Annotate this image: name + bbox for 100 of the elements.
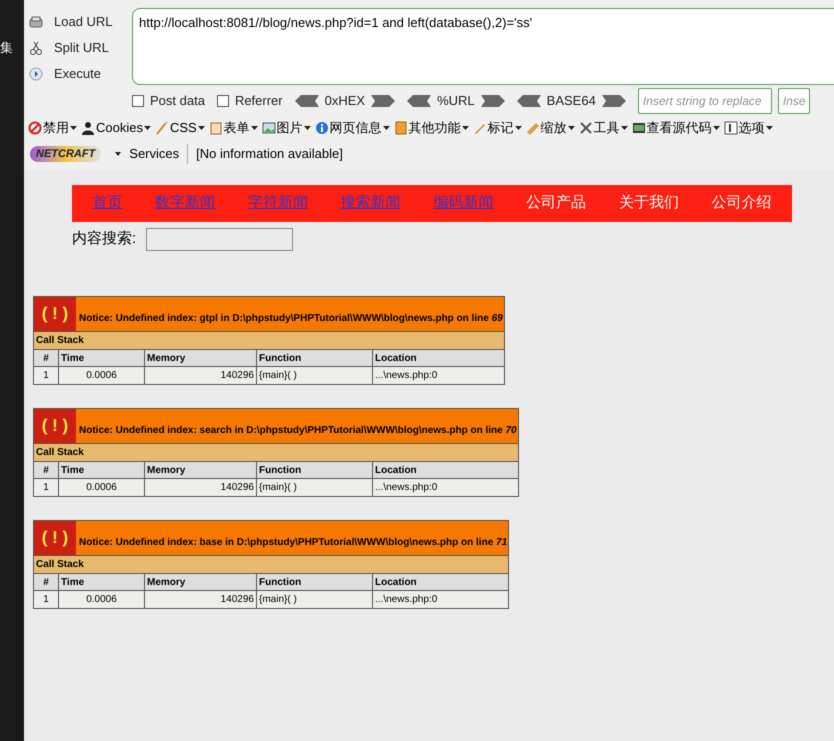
nav-link[interactable]: 公司介绍 (712, 192, 772, 215)
table-cell: {main}( ) (256, 478, 372, 496)
monitor-icon (632, 121, 646, 135)
toolbar-menu[interactable]: 禁用 (43, 118, 69, 138)
ruler-icon (526, 121, 540, 135)
toolbar-menu[interactable]: CSS (170, 118, 197, 138)
tools-icon (578, 121, 593, 135)
column-header: Location (372, 350, 504, 366)
left-arrow-icon (294, 95, 319, 107)
play-icon (28, 66, 44, 82)
no-entry-icon (28, 121, 42, 135)
table-cell: 140296 (144, 478, 256, 496)
column-header: Function (256, 574, 372, 590)
column-header: Time (58, 462, 144, 478)
person-icon (81, 121, 95, 135)
call-stack-header: Call Stack (34, 332, 504, 350)
execute-button[interactable]: Execute (54, 64, 101, 84)
printer-icon (28, 14, 44, 30)
caret-icon (462, 126, 469, 130)
url-field[interactable]: http://localhost:8081//blog/news.php?id=1 and left(database(),2)='ss' (132, 8, 834, 85)
error-message: Notice: Undefined index: gtpl in D:\phpstudy\PHPTutorial\WWW\blog\news.php on line 69 (79, 312, 503, 326)
scissors-icon (28, 40, 44, 56)
column-header: Time (58, 350, 144, 366)
toolbar-menu[interactable]: 其他功能 (408, 118, 461, 138)
picture-icon (262, 121, 276, 135)
table-cell: 0.0006 (58, 590, 144, 608)
error-message: Notice: Undefined index: search in D:\phpstudy\PHPTutorial\WWW\blog\news.php on line 70 (79, 424, 517, 438)
table-cell: {main}( ) (256, 366, 372, 384)
checkbox[interactable] (216, 95, 229, 107)
toolbar-menu[interactable]: 工具 (594, 118, 620, 138)
encode-button[interactable]: 0xHEX (324, 91, 366, 111)
caret-icon (620, 126, 628, 130)
table-cell: 140296 (144, 590, 256, 608)
toolbar-menu[interactable]: 选项 (738, 118, 765, 138)
column-header: Time (58, 574, 144, 590)
caret-icon (144, 126, 151, 130)
column-header: Location (372, 574, 509, 590)
toolbar-menu[interactable]: 查看源代码 (646, 118, 712, 138)
info-icon (314, 121, 329, 135)
table-cell: 0.0006 (58, 478, 144, 496)
checkbox-label: Referrer (234, 92, 283, 110)
column-header: # (34, 350, 58, 366)
table-cell: ...\news.php:0 (372, 366, 504, 384)
clipboard-icon (208, 121, 223, 135)
side-label: 集 (0, 39, 14, 57)
right-arrow-icon (602, 95, 626, 107)
table-cell: ...\news.php:0 (372, 590, 509, 608)
column-header: # (34, 574, 58, 590)
search-field[interactable] (146, 228, 294, 251)
notebook-icon (394, 121, 408, 135)
toolbar-menu[interactable]: 图片 (276, 118, 303, 138)
column-header: Location (372, 462, 518, 478)
right-arrow-icon (480, 95, 505, 107)
netcraft-logo[interactable]: NETCRAFT (30, 146, 102, 162)
toolbar-menu[interactable]: Cookies (96, 118, 143, 138)
table-cell: 1 (34, 478, 58, 496)
services-menu[interactable]: Services (129, 144, 180, 164)
window-icon (724, 121, 738, 135)
checkbox[interactable] (132, 95, 144, 107)
replace-field[interactable]: Inse (778, 88, 810, 114)
table-cell: 0.0006 (58, 366, 144, 384)
table-cell: 140296 (144, 366, 256, 384)
pencil-icon (472, 121, 487, 135)
toolbar-menu[interactable]: 表单 (224, 118, 250, 138)
wand-icon (154, 121, 169, 135)
column-header: Function (256, 462, 372, 478)
caret-icon (514, 126, 522, 130)
caret-icon (568, 126, 575, 130)
nav-link[interactable]: 关于我们 (618, 192, 679, 215)
search-label: 内容搜索: (72, 229, 136, 250)
toolbar-menu[interactable]: 缩放 (540, 118, 567, 138)
column-header: Memory (144, 462, 256, 478)
encode-button[interactable]: %URL (437, 91, 475, 111)
column-header: Memory (144, 350, 256, 366)
checkbox-label: Post data (150, 92, 205, 110)
caret-icon (304, 126, 311, 130)
load-url-button[interactable]: Load URL (54, 12, 113, 32)
table-cell: {main}( ) (256, 590, 372, 608)
replace-field[interactable]: Insert string to replace (638, 88, 772, 114)
left-arrow-icon (516, 95, 541, 107)
right-arrow-icon (371, 95, 396, 107)
column-header: # (34, 462, 58, 478)
call-stack-header: Call Stack (34, 444, 518, 462)
table-cell: 1 (34, 590, 58, 608)
caret-icon (115, 152, 122, 156)
caret-icon (712, 126, 720, 130)
caret-icon (70, 126, 77, 130)
encode-button[interactable]: BASE64 (546, 91, 596, 111)
column-header: Memory (144, 574, 256, 590)
table-cell: 1 (34, 366, 58, 384)
toolbar-menu[interactable]: 标记 (488, 118, 514, 138)
caret-icon (382, 126, 390, 130)
split-url-button[interactable]: Split URL (54, 38, 109, 58)
table-cell: ...\news.php:0 (372, 478, 518, 496)
column-header: Function (256, 350, 372, 366)
call-stack-header: Call Stack (34, 556, 509, 574)
warning-icon: ( ! ) (34, 521, 76, 555)
caret-icon (766, 126, 773, 130)
toolbar-menu[interactable]: 网页信息 (330, 118, 382, 138)
nav-link[interactable]: 公司产品 (526, 192, 586, 215)
